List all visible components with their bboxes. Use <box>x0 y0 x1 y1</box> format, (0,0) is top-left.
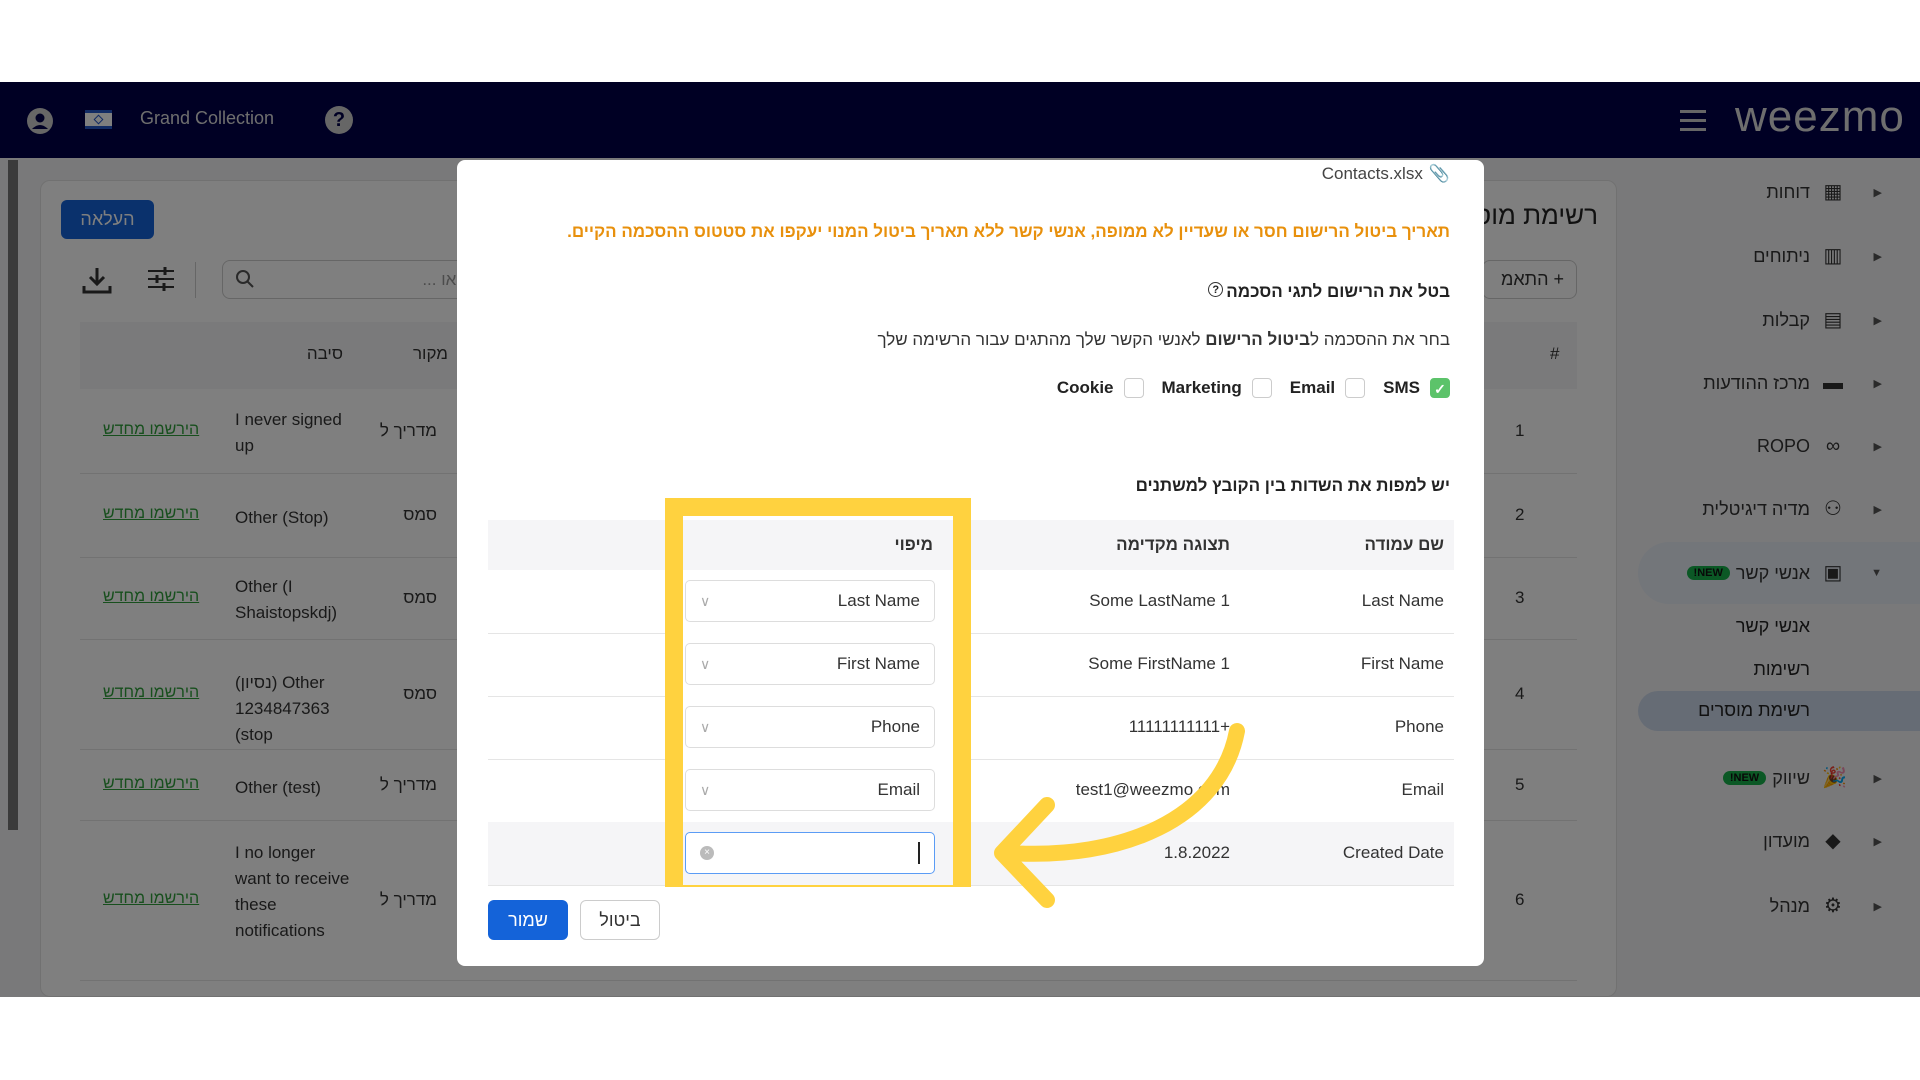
pointer-arrow <box>994 723 1245 908</box>
